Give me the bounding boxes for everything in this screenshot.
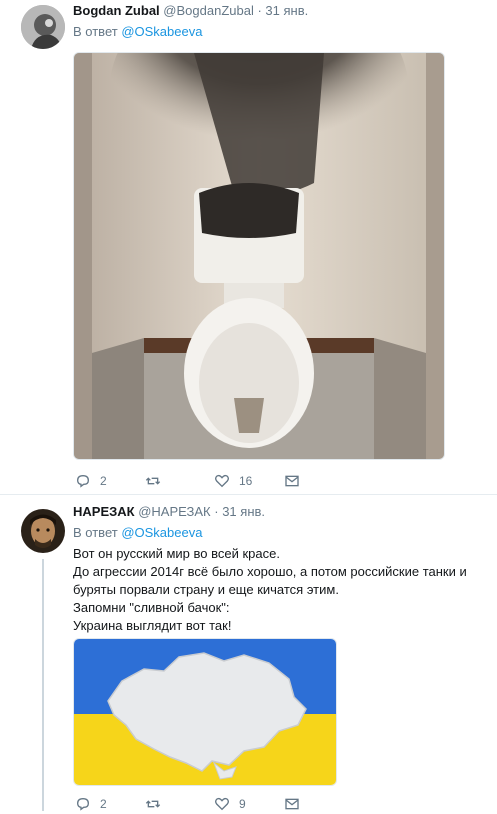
reply-icon — [76, 797, 90, 811]
like-button[interactable]: 16 — [214, 471, 252, 491]
tweet-actions: 2 16 — [75, 471, 335, 491]
retweet-button[interactable] — [145, 471, 161, 491]
author-handle[interactable]: @BogdanZubal — [163, 3, 254, 18]
reply-mention-link[interactable]: @OSkabeeva — [121, 525, 202, 540]
tweet-date[interactable]: · 31 янв. — [214, 504, 265, 519]
heart-icon — [215, 474, 229, 488]
tweet-text-line: До агрессии 2014г всё было хорошо, а пот… — [73, 564, 467, 597]
tweet-date[interactable]: · 31 янв. — [257, 3, 308, 18]
avatar[interactable] — [21, 5, 65, 49]
dm-button[interactable] — [284, 794, 300, 814]
reply-button[interactable]: 2 — [75, 471, 107, 491]
envelope-icon — [285, 475, 299, 487]
avatar[interactable] — [21, 509, 65, 553]
author-handle[interactable]: @НАРЕЗАК — [138, 504, 210, 519]
tweet-actions: 2 9 — [75, 794, 335, 814]
reply-context: В ответ @OSkabeeva — [73, 525, 202, 540]
tweet-1[interactable]: Bogdan Zubal @BogdanZubal · 31 янв. В от… — [0, 0, 497, 494]
thread-line — [42, 559, 44, 811]
author-name[interactable]: Bogdan Zubal — [73, 3, 160, 18]
like-count: 9 — [239, 797, 246, 811]
reply-button[interactable]: 2 — [75, 794, 107, 814]
reply-icon — [76, 474, 90, 488]
like-count: 16 — [239, 474, 253, 488]
reply-prefix: В ответ — [73, 24, 118, 39]
envelope-icon — [285, 798, 299, 810]
like-button[interactable]: 9 — [214, 794, 246, 814]
retweet-icon — [145, 477, 161, 485]
tweet-photo[interactable] — [73, 638, 337, 786]
reply-count: 2 — [100, 474, 107, 488]
retweet-button[interactable] — [145, 794, 161, 814]
tweet-2[interactable]: НАРЕЗАК @НАРЕЗАК · 31 янв. В ответ @OSka… — [0, 494, 497, 811]
tweet-text-line: Вот он русский мир во всей красе. — [73, 546, 280, 561]
tweet-text: Вот он русский мир во всей красе. До агр… — [73, 545, 478, 635]
retweet-icon — [145, 800, 161, 808]
reply-count: 2 — [100, 797, 107, 811]
tweet-photo[interactable] — [73, 52, 445, 460]
tweet-text-line: Украина выглядит вот так! — [73, 618, 232, 633]
reply-prefix: В ответ — [73, 525, 118, 540]
reply-context: В ответ @OSkabeeva — [73, 24, 202, 39]
tweet-text-line: Запомни "сливной бачок": — [73, 600, 230, 615]
reply-mention-link[interactable]: @OSkabeeva — [121, 24, 202, 39]
author-name[interactable]: НАРЕЗАК — [73, 504, 135, 519]
dm-button[interactable] — [284, 471, 300, 491]
heart-icon — [215, 797, 229, 811]
